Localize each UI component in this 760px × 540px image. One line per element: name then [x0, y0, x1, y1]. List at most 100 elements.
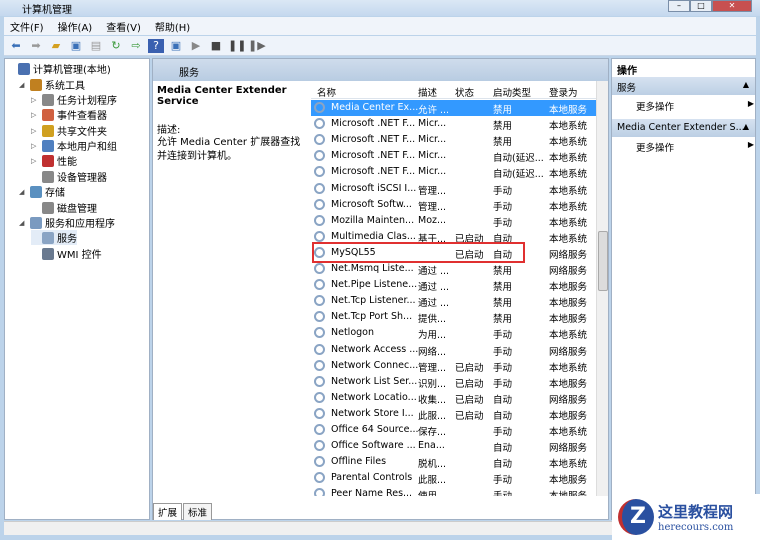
service-row[interactable]: Network List Ser... 识别... 已启动 手动 本地服务 [311, 374, 596, 390]
cell: 手动 [493, 185, 513, 197]
service-row[interactable]: Microsoft .NET F... Micr... 禁用 本地系统 [311, 132, 596, 148]
service-row[interactable]: Microsoft Softw... 管理... 手动 本地系统 [311, 197, 596, 213]
col-logon[interactable]: 登录为 [549, 85, 578, 99]
stop-icon[interactable]: ■ [208, 39, 224, 53]
watermark-url: herecours.com [658, 522, 734, 533]
service-row[interactable]: Parental Controls 此服... 手动 本地服务 [311, 470, 596, 486]
service-row[interactable]: Net.Msmq Liste... 通过 ... 禁用 网络服务 [311, 261, 596, 277]
service-row[interactable]: Office Software ... Ena... 自动 网络服务 [311, 438, 596, 454]
forward-icon[interactable]: ➡ [28, 39, 44, 53]
service-row[interactable]: Microsoft iSCSI I... 管理... 手动 本地系统 [311, 181, 596, 197]
menu-action[interactable]: 操作(A) [58, 19, 93, 34]
service-row[interactable]: Mozilla Mainten... Moz... 手动 本地系统 [311, 213, 596, 229]
service-row[interactable]: Office 64 Source... 保存... 手动 本地系统 [311, 422, 596, 438]
service-row[interactable]: Net.Tcp Port Sh... 提供... 禁用 本地服务 [311, 309, 596, 325]
tree-item[interactable]: ◢ 系统工具 [19, 77, 85, 92]
service-row[interactable]: Peer Name Res... 使用... 手动本地服务 [311, 486, 596, 496]
help-icon[interactable]: ? [148, 38, 164, 53]
expand-icon[interactable]: ◢ [19, 188, 27, 196]
menu-view[interactable]: 查看(V) [106, 19, 141, 34]
menu-bar: 文件(F) 操作(A) 查看(V) 帮助(H) [4, 17, 756, 35]
tree-item[interactable]: 计算机管理(本地) [7, 61, 111, 76]
service-row[interactable]: Network Store I... 此服... 已启动 自动 本地服务 [311, 406, 596, 422]
tree-item[interactable]: ▷ 任务计划程序 [31, 92, 117, 107]
back-icon[interactable]: ⬅ [8, 39, 24, 53]
cell: 禁用 [493, 314, 513, 326]
tree-item[interactable]: ▷ 事件查看器 [31, 107, 107, 122]
service-row[interactable]: Media Center Ex... 允许 ... 禁用 本地服务 [311, 100, 596, 116]
service-row[interactable]: Microsoft .NET F... Micr... 自动(延迟... 本地系统 [311, 164, 596, 180]
col-name[interactable]: 名称 [317, 85, 336, 99]
tree-item[interactable]: 磁盘管理 [31, 200, 97, 215]
expand-icon[interactable]: ▷ [31, 96, 39, 104]
service-row[interactable]: Microsoft .NET F... Micr... 禁用 本地系统 [311, 116, 596, 132]
service-row[interactable]: Net.Pipe Listene... 通过 ... 禁用 本地服务 [311, 277, 596, 293]
tree-item[interactable]: 设备管理器 [31, 169, 107, 184]
cell: Network Locatio... [331, 391, 417, 403]
more-actions-service[interactable]: 更多操作 ▶ [636, 140, 754, 154]
col-startup[interactable]: 启动类型 [493, 85, 531, 99]
service-row[interactable]: Network Locatio... 收集... 已启动 自动 网络服务 [311, 390, 596, 406]
tree-node-icon [30, 216, 42, 229]
col-desc[interactable]: 描述 [418, 85, 437, 99]
up-folder-icon[interactable]: ▰ [48, 39, 64, 53]
collapse-icon[interactable]: ▲ [743, 122, 749, 131]
actions-section-service[interactable]: Media Center Extender S... ▲ [612, 119, 755, 137]
expand-icon[interactable]: ◢ [19, 219, 27, 227]
export-list-icon[interactable]: ⇨ [128, 39, 144, 53]
expand-icon[interactable]: ▷ [31, 127, 39, 135]
show-hide-tree-icon[interactable]: ▣ [68, 39, 84, 53]
cell: 已启动 [455, 362, 484, 374]
service-gear-icon [314, 134, 325, 146]
menu-file[interactable]: 文件(F) [10, 19, 44, 34]
cell: 已启动 [455, 394, 484, 406]
service-gear-icon [314, 150, 325, 162]
tree-item-label: 计算机管理(本地) [33, 65, 111, 76]
service-row[interactable]: Net.Tcp Listener... 通过 ... 禁用 本地服务 [311, 293, 596, 309]
menu-help[interactable]: 帮助(H) [155, 19, 190, 34]
service-row[interactable]: Microsoft .NET F... Micr... 自动(延迟... 本地系统 [311, 148, 596, 164]
pause-icon[interactable]: ❚❚ [228, 39, 246, 53]
service-row[interactable]: Offline Files 脱机... 自动 本地系统 [311, 454, 596, 470]
tree-item[interactable]: ▷ 共享文件夹 [31, 123, 107, 138]
service-row[interactable]: Network Connec... 管理... 已启动 手动 本地系统 [311, 358, 596, 374]
expand-icon[interactable]: ◢ [19, 81, 27, 89]
more-actions-services[interactable]: 更多操作 ▶ [636, 99, 754, 113]
service-row[interactable]: Network Access ... 网络... 手动 网络服务 [311, 342, 596, 358]
cell: 手动 [493, 201, 513, 213]
actions-section-services[interactable]: 服务 ▲ [612, 77, 755, 95]
cell: Microsoft .NET F... [331, 166, 416, 178]
cell: Network List Ser... [331, 375, 418, 387]
tree-item[interactable]: ◢ 服务和应用程序 [19, 215, 115, 230]
tree-item[interactable]: ▷ 本地用户和组 [31, 138, 117, 153]
scrollbar[interactable] [596, 81, 608, 496]
tree-item[interactable]: ◢ 存储 [19, 184, 65, 199]
expand-icon[interactable]: ▷ [31, 111, 39, 119]
restart-icon[interactable]: ❚▶ [248, 39, 266, 53]
tree-item-label: 服务和应用程序 [45, 219, 115, 230]
refresh-icon[interactable]: ↻ [108, 39, 124, 53]
scroll-thumb[interactable] [598, 231, 608, 291]
service-row[interactable]: Netlogon 为用... 手动 本地系统 [311, 325, 596, 341]
maximize-button[interactable]: □ [690, 0, 712, 12]
action-pane-icon[interactable]: ▣ [168, 39, 184, 53]
tab-standard[interactable]: 标准 [183, 503, 213, 520]
cell: Microsoft .NET F... [331, 118, 416, 130]
window-title: 计算机管理 [22, 5, 72, 16]
cell: 本地系统 [549, 330, 588, 342]
tree-node-icon [42, 247, 54, 260]
collapse-icon[interactable]: ▲ [743, 80, 749, 89]
expand-icon[interactable]: ▷ [31, 142, 39, 150]
expand-icon[interactable]: ▷ [31, 157, 39, 165]
tree-item[interactable]: 服务 [31, 230, 77, 245]
tab-extended[interactable]: 扩展 [153, 503, 183, 520]
tree-item[interactable]: ▷ 性能 [31, 153, 77, 168]
col-status[interactable]: 状态 [455, 85, 474, 99]
start-icon[interactable]: ▶ [188, 39, 204, 53]
export-icon[interactable]: ▤ [88, 39, 104, 53]
tree-item[interactable]: WMI 控件 [31, 246, 102, 261]
cell: Net.Tcp Listener... [331, 295, 416, 307]
close-button[interactable]: ✕ [712, 0, 752, 12]
minimize-button[interactable]: – [668, 0, 690, 12]
tree-node-icon [42, 93, 54, 106]
